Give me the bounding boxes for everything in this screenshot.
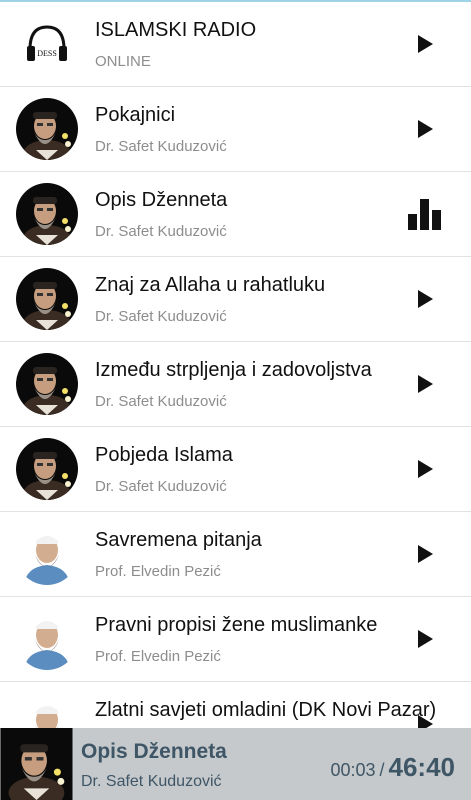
track-row[interactable]: Opis Dženneta Dr. Safet Kuduzović: [0, 172, 471, 257]
track-title: Pokajnici: [95, 104, 176, 126]
equalizer-icon[interactable]: [408, 199, 441, 230]
track-row[interactable]: Savremena pitanja Prof. Elvedin Pezić: [0, 512, 471, 597]
speaker-avatar: [16, 98, 78, 160]
play-icon[interactable]: [418, 290, 433, 308]
track-author: ONLINE: [95, 53, 151, 70]
track-row[interactable]: Između strpljenja i zadovoljstva Dr. Safe…: [0, 342, 471, 427]
player-time-separator: /: [379, 760, 385, 780]
speaker-avatar: [16, 438, 78, 500]
track-title: Pobjeda Islama: [95, 444, 233, 466]
track-author: Dr. Safet Kuduzović: [95, 223, 227, 240]
player-thumbnail: [0, 728, 73, 800]
track-title: Između strpljenja i zadovoljstva: [95, 359, 372, 381]
track-title: Pravni propisi žene muslimanke: [95, 614, 378, 636]
speaker-avatar: [16, 353, 78, 415]
play-icon[interactable]: [418, 460, 433, 478]
track-title: Znaj za Allaha u rahatluku: [95, 274, 326, 296]
play-icon[interactable]: [418, 545, 433, 563]
speaker-avatar: [16, 268, 78, 330]
track-title: Savremena pitanja: [95, 529, 262, 551]
track-list: DESS ISLAMSKI RADIO ONLINE Pokajnici Dr. Saf…: [0, 2, 471, 767]
track-author: Prof. Elvedin Pezić: [95, 648, 221, 665]
track-author: Dr. Safet Kuduzović: [95, 308, 227, 325]
player-track-author: Dr. Safet Kuduzović: [81, 773, 222, 790]
speaker-avatar: [16, 183, 78, 245]
track-author: Dr. Safet Kuduzović: [95, 478, 227, 495]
mini-player[interactable]: Opis Dženneta Dr. Safet Kuduzović 00:03/…: [0, 728, 471, 800]
speaker-avatar: [16, 608, 78, 670]
track-row[interactable]: Znaj za Allaha u rahatluku Dr. Safet Kudu…: [0, 257, 471, 342]
track-row[interactable]: Pobjeda Islama Dr. Safet Kuduzović: [0, 427, 471, 512]
play-icon[interactable]: [418, 35, 433, 53]
play-icon[interactable]: [418, 375, 433, 393]
track-title: Opis Dženneta: [95, 189, 228, 211]
track-author: Dr. Safet Kuduzović: [95, 138, 227, 155]
track-author: Dr. Safet Kuduzović: [95, 393, 227, 410]
track-row[interactable]: Pokajnici Dr. Safet Kuduzović: [0, 87, 471, 172]
svg-text:DESS: DESS: [37, 49, 57, 58]
play-icon[interactable]: [418, 630, 433, 648]
play-icon[interactable]: [418, 120, 433, 138]
player-time: 00:03/46:40: [330, 752, 455, 783]
radio-headphones-icon: DESS: [16, 13, 78, 75]
track-author: Prof. Elvedin Pezić: [95, 563, 221, 580]
speaker-avatar: [16, 523, 78, 585]
track-row[interactable]: DESS ISLAMSKI RADIO ONLINE: [0, 2, 471, 87]
player-duration: 46:40: [388, 752, 456, 782]
player-track-title: Opis Dženneta: [81, 740, 227, 763]
track-row[interactable]: Pravni propisi žene muslimanke Prof. Elve…: [0, 597, 471, 682]
track-title: ISLAMSKI RADIO: [95, 19, 257, 41]
track-title: Zlatni savjeti omladini (DK Novi Pazar): [95, 699, 437, 721]
player-current-time: 00:03: [330, 760, 376, 780]
